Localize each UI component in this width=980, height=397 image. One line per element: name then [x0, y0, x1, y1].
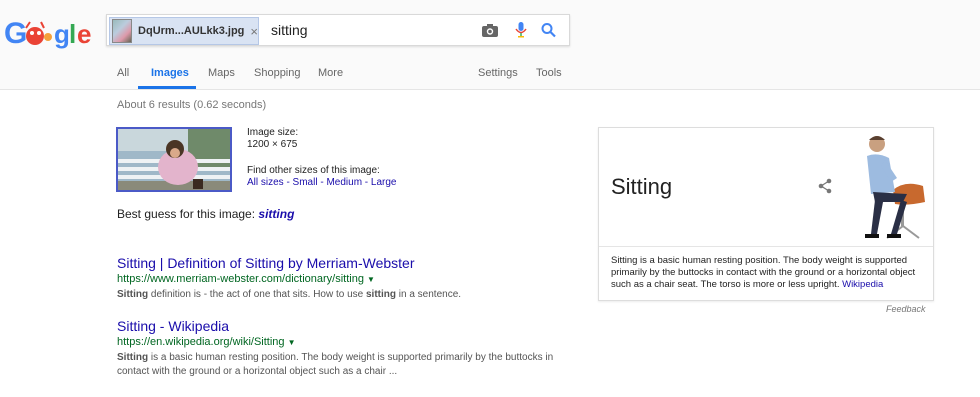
dropdown-arrow-icon[interactable]: ▼: [288, 338, 296, 347]
snippet-text: is a basic human resting position. The b…: [117, 352, 554, 377]
svg-text:g: g: [54, 19, 70, 49]
tab-maps[interactable]: Maps: [208, 67, 235, 79]
svg-text:e: e: [77, 19, 91, 49]
query-image-thumbnail[interactable]: [116, 127, 232, 192]
knowledge-panel-title: Sitting: [611, 174, 673, 199]
wikipedia-link[interactable]: Wikipedia: [842, 279, 883, 290]
search-result: Sitting | Definition of Sitting by Merri…: [117, 255, 577, 302]
image-sizes-links[interactable]: All sizes - Small - Medium - Large: [247, 177, 396, 189]
header: G g l e DqUrm...AULkk3.jpg × sitting All…: [0, 0, 980, 90]
image-info: Image size: 1200 × 675 Find other sizes …: [247, 127, 396, 189]
microphone-icon[interactable]: [512, 22, 530, 38]
result-title-link[interactable]: Sitting - Wikipedia: [117, 318, 577, 334]
tab-tools[interactable]: Tools: [536, 67, 562, 79]
knowledge-panel: Sitting Sitting is a basic human resting…: [598, 127, 934, 301]
result-url: https://en.wikipedia.org/wiki/Sitting ▼: [117, 336, 577, 348]
result-title-link[interactable]: Sitting | Definition of Sitting by Merri…: [117, 255, 577, 271]
knowledge-panel-description: Sitting is a basic human resting positio…: [611, 255, 929, 291]
query-image-picture: [118, 129, 230, 190]
tab-all[interactable]: All: [117, 67, 129, 79]
snippet-bold-term: Sitting: [117, 289, 149, 300]
panel-divider: [599, 246, 933, 247]
image-size-value: 1200 × 675: [247, 139, 298, 150]
search-image-thumbnail: [112, 19, 133, 43]
remove-image-icon[interactable]: ×: [250, 24, 258, 39]
image-size-label: Image size:: [247, 127, 299, 138]
search-icon[interactable]: [540, 22, 558, 38]
search-input[interactable]: sitting: [271, 15, 308, 45]
result-url-text: https://www.merriam-webster.com/dictiona…: [117, 273, 364, 285]
best-guess: Best guess for this image: sitting: [117, 207, 294, 221]
snippet-text: definition is - the act of one that sits…: [148, 289, 366, 300]
svg-text:l: l: [69, 19, 76, 49]
best-guess-label: Best guess for this image:: [117, 207, 256, 221]
snippet-text: in a sentence.: [396, 289, 462, 300]
result-snippet: Sitting definition is - the act of one t…: [117, 288, 577, 302]
result-url-text: https://en.wikipedia.org/wiki/Sitting: [117, 336, 285, 348]
find-other-sizes-label: Find other sizes of this image:: [247, 165, 380, 176]
tab-images[interactable]: Images: [151, 67, 189, 79]
google-doodle-logo[interactable]: G g l e: [4, 12, 100, 52]
active-tab-indicator: [138, 86, 196, 89]
snippet-bold-term: sitting: [366, 289, 396, 300]
svg-text:G: G: [4, 17, 27, 50]
result-stats: About 6 results (0.62 seconds): [117, 99, 267, 111]
tab-shopping[interactable]: Shopping: [254, 67, 301, 79]
dropdown-arrow-icon[interactable]: ▼: [367, 275, 375, 284]
share-icon[interactable]: [817, 178, 833, 194]
search-box[interactable]: DqUrm...AULkk3.jpg × sitting: [106, 14, 570, 46]
search-image-filename: DqUrm...AULkk3.jpg: [138, 25, 245, 37]
result-url: https://www.merriam-webster.com/dictiona…: [117, 273, 577, 285]
camera-icon[interactable]: [481, 22, 499, 38]
snippet-bold-term: Sitting: [117, 352, 149, 363]
result-snippet: Sitting is a basic human resting positio…: [117, 351, 577, 379]
tab-more[interactable]: More: [318, 67, 343, 79]
tab-settings[interactable]: Settings: [478, 67, 518, 79]
best-guess-link[interactable]: sitting: [258, 207, 294, 221]
search-tabs: All Images Maps Shopping More Settings T…: [0, 62, 980, 90]
knowledge-panel-image[interactable]: [845, 130, 933, 244]
feedback-link[interactable]: Feedback: [886, 304, 926, 314]
search-image-chip[interactable]: DqUrm...AULkk3.jpg ×: [109, 17, 259, 45]
search-result: Sitting - Wikipedia https://en.wikipedia…: [117, 318, 577, 379]
